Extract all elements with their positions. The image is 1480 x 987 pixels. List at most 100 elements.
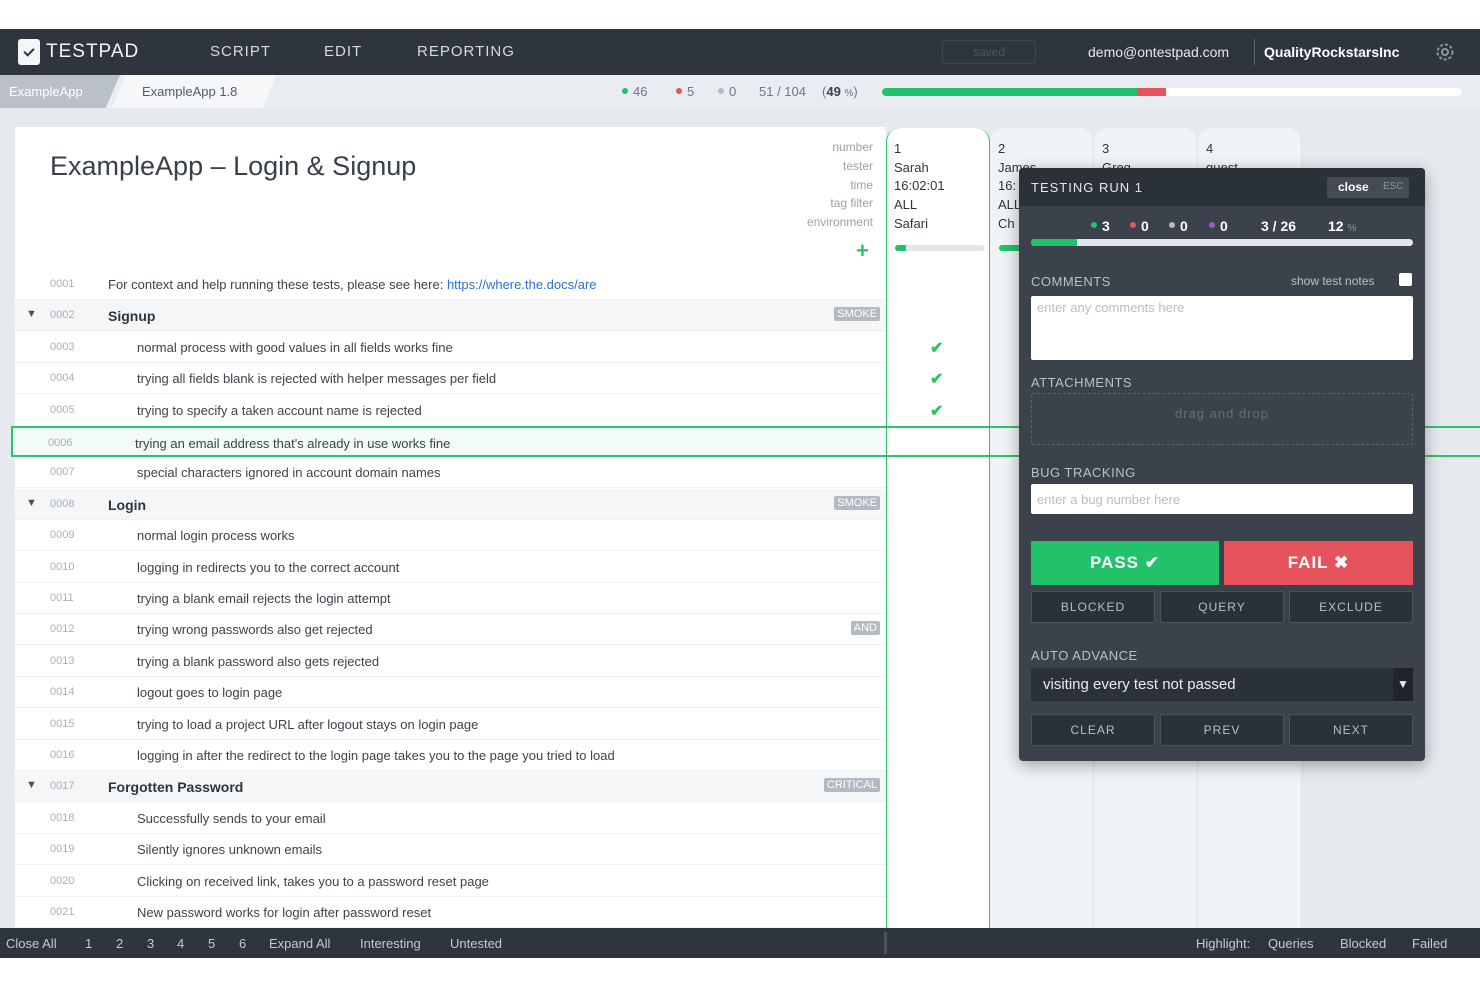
collapse-triangle-icon[interactable]: ▼ bbox=[26, 779, 37, 791]
clear-button[interactable]: CLEAR bbox=[1031, 714, 1155, 746]
pass-button[interactable]: PASS ✔ bbox=[1031, 541, 1219, 585]
comments-label: COMMENTS bbox=[1031, 274, 1111, 289]
next-button[interactable]: NEXT bbox=[1289, 714, 1413, 746]
test-row[interactable]: 0018 Successfully sends to your email bbox=[15, 803, 886, 834]
test-text[interactable]: trying a blank email rejects the login a… bbox=[137, 591, 391, 606]
test-text[interactable]: logging in after the redirect to the log… bbox=[137, 748, 615, 763]
gear-icon[interactable] bbox=[1433, 40, 1457, 64]
run-1-tag: ALL bbox=[894, 197, 918, 213]
auto-advance-select[interactable]: visiting every test not passed ▼ bbox=[1031, 668, 1413, 701]
show-notes-checkbox[interactable] bbox=[1399, 273, 1412, 286]
test-text[interactable]: trying wrong passwords also get rejected bbox=[137, 622, 373, 637]
pass-check-icon[interactable]: ✔ bbox=[930, 369, 943, 389]
test-row[interactable]: 0013 trying a blank password also gets re… bbox=[15, 646, 886, 677]
resize-handle[interactable] bbox=[884, 932, 887, 954]
blocked-button[interactable]: BLOCKED bbox=[1031, 591, 1155, 623]
test-text[interactable]: normal login process works bbox=[137, 528, 295, 543]
row-number: 0007 bbox=[50, 466, 75, 479]
level-3-link[interactable]: 3 bbox=[147, 936, 154, 951]
test-row[interactable]: 0006 trying an email address that's alrea… bbox=[11, 426, 886, 457]
group-row[interactable]: ▼ 0008 Login SMOKE bbox=[15, 488, 886, 520]
highlight-queries-link[interactable]: Queries bbox=[1268, 936, 1314, 951]
level-2-link[interactable]: 2 bbox=[116, 936, 123, 951]
group-title[interactable]: Login bbox=[108, 497, 146, 513]
group-row[interactable]: ▼ 0002 Signup SMOKE bbox=[15, 300, 886, 332]
test-text[interactable]: normal process with good values in all f… bbox=[137, 340, 453, 355]
breadcrumb-folder[interactable]: ExampleApp 1.8 bbox=[112, 75, 276, 108]
group-title[interactable]: Signup bbox=[108, 308, 155, 324]
test-row[interactable]: 0010 logging in redirects you to the corr… bbox=[15, 552, 886, 583]
level-6-link[interactable]: 6 bbox=[239, 936, 246, 951]
test-text[interactable]: special characters ignored in account do… bbox=[137, 465, 441, 480]
untested-link[interactable]: Untested bbox=[450, 936, 502, 951]
pass-check-icon[interactable]: ✔ bbox=[930, 338, 943, 358]
top-nav-bar: TESTPAD SCRIPT EDIT REPORTING saved demo… bbox=[0, 29, 1480, 75]
saved-button[interactable]: saved bbox=[942, 40, 1036, 64]
test-row[interactable]: 0009 normal login process works bbox=[15, 520, 886, 552]
docs-link[interactable]: https://where.the.docs/are bbox=[447, 277, 597, 292]
test-row[interactable]: 0014 logout goes to login page bbox=[15, 677, 886, 709]
user-email[interactable]: demo@ontestpad.com bbox=[1088, 44, 1229, 60]
highlight-label: Highlight: bbox=[1196, 936, 1251, 951]
test-row[interactable]: 0021 New password works for login after p… bbox=[15, 897, 886, 928]
passed-count-value: 46 bbox=[633, 84, 648, 99]
level-1-link[interactable]: 1 bbox=[85, 936, 92, 951]
fail-button[interactable]: FAIL ✖ bbox=[1224, 541, 1413, 585]
test-row[interactable]: 0016 logging in after the redirect to the… bbox=[15, 740, 886, 771]
test-row[interactable]: 0015 trying to load a project URL after l… bbox=[15, 709, 886, 740]
test-text[interactable]: trying an email address that's already i… bbox=[135, 436, 450, 451]
test-text[interactable]: logout goes to login page bbox=[137, 685, 282, 700]
nav-script[interactable]: SCRIPT bbox=[210, 43, 271, 60]
prev-button[interactable]: PREV bbox=[1160, 714, 1284, 746]
collapse-triangle-icon[interactable]: ▼ bbox=[26, 497, 37, 509]
nav-reporting[interactable]: REPORTING bbox=[417, 43, 515, 60]
testpad-logo[interactable]: TESTPAD bbox=[18, 37, 139, 67]
test-text[interactable]: trying a blank password also gets reject… bbox=[137, 654, 379, 669]
test-row[interactable]: 0011 trying a blank email rejects the log… bbox=[15, 583, 886, 614]
org-name[interactable]: QualityRockstarsInc bbox=[1264, 44, 1399, 60]
close-all-link[interactable]: Close All bbox=[6, 936, 57, 951]
test-row[interactable]: 0001 For context and help running these t… bbox=[15, 269, 886, 300]
level-4-link[interactable]: 4 bbox=[177, 936, 184, 951]
pass-label: PASS bbox=[1089, 553, 1140, 572]
test-text[interactable]: logging in redirects you to the correct … bbox=[137, 560, 399, 575]
test-row[interactable]: 0020 Clicking on received link, takes you… bbox=[15, 866, 886, 897]
exclude-button[interactable]: EXCLUDE bbox=[1289, 591, 1413, 623]
close-button[interactable]: close ESC bbox=[1327, 177, 1409, 198]
script-title[interactable]: ExampleApp – Login & Signup bbox=[50, 151, 416, 182]
bug-number-input[interactable] bbox=[1031, 484, 1413, 514]
test-text[interactable]: New password works for login after passw… bbox=[137, 905, 431, 920]
pass-check-icon[interactable]: ✔ bbox=[930, 401, 943, 421]
test-row[interactable]: 0003 normal process with good values in a… bbox=[15, 332, 886, 363]
test-text[interactable]: Silently ignores unknown emails bbox=[137, 842, 322, 857]
group-title[interactable]: Forgotten Password bbox=[108, 779, 243, 795]
comments-field[interactable] bbox=[1031, 296, 1413, 360]
level-5-link[interactable]: 5 bbox=[208, 936, 215, 951]
attachments-drop-zone[interactable]: drag and drop bbox=[1031, 393, 1413, 445]
row-number: 0006 bbox=[48, 437, 73, 449]
highlight-failed-link[interactable]: Failed bbox=[1412, 936, 1447, 951]
test-text[interactable]: trying to specify a taken account name i… bbox=[137, 403, 422, 418]
test-row[interactable]: 0019 Silently ignores unknown emails bbox=[15, 834, 886, 866]
collapse-triangle-icon[interactable]: ▼ bbox=[26, 308, 37, 320]
test-text[interactable]: Successfully sends to your email bbox=[137, 811, 326, 826]
test-text[interactable]: trying to load a project URL after logou… bbox=[137, 717, 478, 732]
test-row[interactable]: 0004 trying all fields blank is rejected … bbox=[15, 363, 886, 395]
query-button[interactable]: QUERY bbox=[1160, 591, 1284, 623]
test-row[interactable]: 0012 trying wrong passwords also get reje… bbox=[15, 614, 886, 646]
test-text[interactable]: trying all fields blank is rejected with… bbox=[137, 371, 496, 386]
breadcrumb-project[interactable]: ExampleApp bbox=[0, 75, 120, 108]
test-row[interactable]: 0007 special characters ignored in accoun… bbox=[15, 457, 886, 489]
highlight-blocked-link[interactable]: Blocked bbox=[1340, 936, 1386, 951]
expand-all-link[interactable]: Expand All bbox=[269, 936, 330, 951]
meta-label-environment: environment bbox=[806, 215, 873, 229]
group-row[interactable]: ▼ 0017 Forgotten Password CRITICAL bbox=[15, 771, 886, 803]
test-row[interactable]: 0005 trying to specify a taken account na… bbox=[15, 395, 886, 426]
popup-percent: 12 % bbox=[1328, 218, 1356, 234]
test-text[interactable]: Clicking on received link, takes you to … bbox=[137, 874, 489, 889]
interesting-link[interactable]: Interesting bbox=[360, 936, 421, 951]
add-run-plus-icon[interactable]: + bbox=[856, 238, 869, 264]
nav-edit[interactable]: EDIT bbox=[324, 43, 362, 60]
popup-header: TESTING RUN 1 close ESC bbox=[1019, 168, 1425, 206]
pass-dot-icon bbox=[1091, 222, 1097, 229]
